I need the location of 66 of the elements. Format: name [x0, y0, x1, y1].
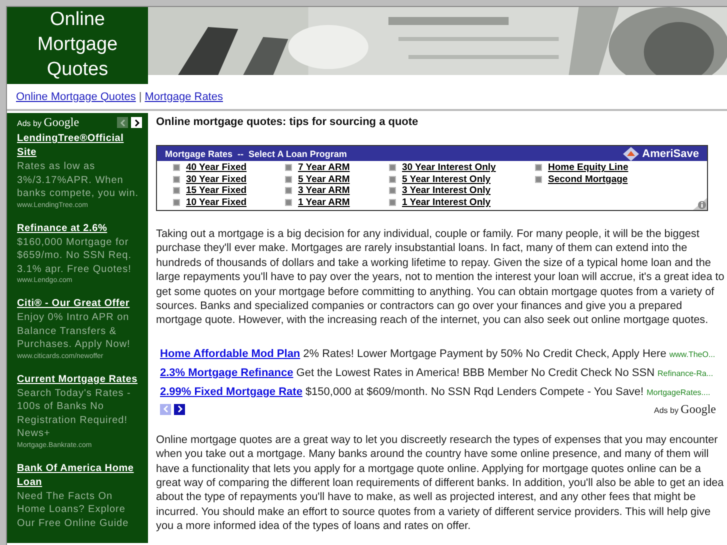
loan-program-link[interactable]: 5 Year Interest Only [402, 174, 491, 185]
chevron-right-icon [176, 405, 182, 414]
next-button[interactable] [174, 404, 185, 415]
article-heading: Online mortgage quotes: tips for sourcing a quote [156, 116, 420, 128]
ad-title-link[interactable]: 2.99% Fixed Mortgage Rate [160, 386, 302, 398]
bullet-icon [285, 176, 292, 183]
ad-text: Rates as low as 3%/3.17%APR. When banks compete, you win. [17, 160, 140, 200]
bullet-icon [285, 164, 292, 172]
loan-program-link[interactable]: 3 Year Interest Only [402, 185, 491, 196]
ad-url: MortgageRates.... [646, 388, 710, 397]
ad-title-link[interactable]: LendingTree®Official Site [17, 132, 142, 160]
ad-text: Get the Lowest Rates in America! BBB Member No Credit Check No SSN [296, 366, 655, 379]
bullet-icon [535, 176, 542, 183]
ad-text: 2% Rates! Lower Mortgage Payment by 50% No Credit Check, Apply Here [303, 348, 666, 360]
bullet-icon [389, 187, 396, 194]
bullet-icon [285, 187, 292, 194]
bullet-icon [389, 176, 396, 183]
ad-title-link[interactable]: Bank Of America Home Loan [17, 462, 142, 490]
loan-program-link[interactable]: 1 Year ARM [298, 196, 350, 208]
ad-text: Enjoy 0% Intro APR on Balance Transfers & Purchases. Apply Now! [17, 311, 132, 352]
ad-text: $150,000 at $609/month. No SSN Rqd Lenders Compete - You Save! [305, 386, 644, 398]
ad-url: Refinance-Ra... [658, 368, 714, 378]
widget-title: Mortgage Rates -- Select A Loan Program [165, 148, 347, 158]
chevron-left-icon [162, 405, 168, 414]
bullet-icon [173, 164, 180, 172]
next-button[interactable] [131, 117, 142, 128]
bullet-icon [285, 198, 292, 206]
ads-by-google-label: Ads by Google [17, 115, 80, 130]
loan-program-link[interactable]: 30 Year Interest Only [402, 162, 496, 174]
diamond-logo-icon [623, 146, 640, 160]
nav-link[interactable]: Mortgage Rates [144, 90, 223, 102]
loan-program-link[interactable]: 40 Year Fixed [186, 162, 247, 174]
loan-program-link[interactable]: 7 Year ARM [298, 162, 350, 174]
bullet-icon [535, 164, 542, 172]
loan-program-link[interactable]: 10 Year Fixed [186, 196, 247, 208]
paragraph: Taking out a mortgage is a big decision for any individual, couple or family. For many people, it will be the biggest purchase they'll ever make. Mortgages are rarely insubstantial loans. In fact, many of them can extend into the hundreds of thousands of dollars and take a working lifetime to repay. Given the size of a typical home loan and the large repayments you'll have to pay over the years, not to mention the interest your loan will accrue, it's a great idea to get some quotes on your mortgage before committing to anything. You can obtain mortgage quotes from a variety of sources. Banks and specialized companies or contractors can go over your finances and give you a prepared mortgage quote. However, with the increasing reach of the internet, you can also seek out online mortgage quotes. [156, 227, 726, 328]
loan-program-link[interactable]: 3 Year ARM [298, 185, 350, 196]
ad-title-link[interactable]: 2.3% Mortgage Refinance [160, 366, 294, 379]
ad-text: Need The Facts On Home Loans? Explore Our Free Online Guide [17, 490, 130, 530]
loan-program-link[interactable]: 5 Year ARM [298, 174, 350, 185]
info-icon[interactable] [693, 198, 707, 210]
bullet-icon [389, 198, 396, 206]
loan-program-link[interactable]: Home Equity Line [548, 162, 628, 174]
loan-program-link[interactable]: 1 Year Interest Only [402, 196, 491, 208]
ad-title-link[interactable]: Refinance at 2.6% [17, 222, 142, 236]
ad-url: www.TheO... [669, 350, 716, 359]
bullet-icon [173, 176, 180, 183]
bullet-icon [173, 198, 180, 206]
nav-link[interactable]: Online Mortgage Quotes [16, 90, 136, 102]
ad-title-link[interactable]: Home Affordable Mod Plan [160, 348, 300, 360]
ad-title-link[interactable]: Current Mortgage Rates [17, 372, 142, 386]
brand-name: AmeriSave [642, 148, 699, 160]
loan-program-link[interactable]: 30 Year Fixed [186, 174, 247, 185]
ad-text: Search Today's Rates - 100s of Banks No Registration Required! News+ [17, 386, 132, 440]
chevron-right-icon [134, 118, 140, 126]
site-title: Online Mortgage Quotes [7, 7, 148, 84]
ad-title-link[interactable]: Citi® - Our Great Offer [17, 297, 142, 311]
ad-text: $160,000 Mortgage for $659/mo. No SSN Req. 3.1% apr. Free Quotes! [17, 236, 132, 276]
nav-separator: | [138, 90, 142, 102]
chevron-left-icon [120, 118, 126, 126]
bullet-icon [173, 187, 180, 194]
loan-program-link[interactable]: Second Mortgage [548, 174, 628, 185]
bullet-icon [389, 164, 396, 172]
ads-by-google-label: Ads by Google [654, 402, 716, 417]
paragraph: Online mortgage quotes are a great way to let you discreetly research the types of expenses that you may encounter when you take out a mortgage. Many banks around the country have some online presence, and many of them will have a functionality that lets you apply for a mortgage quote online. Applying for mortgage quotes online can be a great way of comparing the different loan requirements of different banks. In addition, you'll also be able to get an idea about the type of repayments you'll have to make, as well as projected interest, and any other fees that might be incurred. You should make an effort to source quotes from a variety of different service providers. This will help give you a more informed idea of the types of loans and rates on offer. [156, 432, 725, 534]
loan-program-link[interactable]: 15 Year Fixed [186, 185, 247, 196]
